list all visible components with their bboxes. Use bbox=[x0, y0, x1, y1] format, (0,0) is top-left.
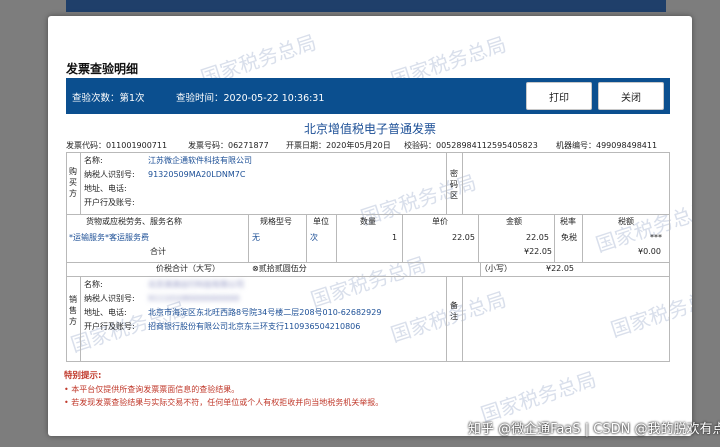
seller-addr-label: 地址、电话: bbox=[84, 308, 127, 317]
item-rate: 免税 bbox=[561, 233, 577, 242]
item-unit: 次 bbox=[310, 233, 318, 242]
machine-number: 机器编号：499098498411 bbox=[556, 141, 658, 150]
check-info-bar: 查验次数：第1次 查验时间：2020-05-22 10:36:31 打印 关闭 bbox=[66, 78, 670, 114]
buyer-addr-label: 地址、电话: bbox=[84, 184, 127, 193]
notice-line-2: • 若发现发票查验结果与实际交易不符，任何单位或个人有权拒收并向当地税务机关举报… bbox=[64, 398, 384, 407]
header-goods-name: 货物或应税劳务、服务名称 bbox=[86, 217, 182, 226]
seller-tax-value: 911101080000000000 bbox=[148, 294, 240, 303]
header-tax: 税额 bbox=[618, 217, 634, 226]
item-qty: 1 bbox=[392, 233, 398, 242]
seller-name-value: 北京滴滴出行科技有限公司 bbox=[148, 280, 244, 289]
subtotal-amount: ¥22.05 bbox=[524, 247, 552, 256]
seller-tax-label: 纳税人识别号: bbox=[84, 294, 135, 303]
invoice-date: 开票日期：2020年05月20日 bbox=[286, 141, 391, 150]
footer-watermark: 知乎 @微企通FaaS | CSDN @我的脱欢有点不稳 bbox=[468, 422, 720, 437]
password-area-label: 密码区 bbox=[450, 169, 458, 200]
buyer-name-label: 名称: bbox=[84, 156, 103, 165]
invoice-number: 发票号码：06271877 bbox=[188, 141, 269, 150]
invoice-code: 发票代码：011001900711 bbox=[66, 141, 168, 150]
buyer-name-value: 江苏微企通软件科技有限公司 bbox=[148, 156, 252, 165]
check-time: 查验时间：2020-05-22 10:36:31 bbox=[176, 93, 325, 104]
buyer-bank-label: 开户行及账号: bbox=[84, 198, 135, 207]
dialog-title: 发票查验明细 bbox=[66, 62, 139, 76]
item-tax: *** bbox=[650, 233, 662, 242]
item-name: *运输服务*客运服务费 bbox=[69, 233, 149, 242]
item-spec: 无 bbox=[252, 233, 260, 242]
header-rate: 税率 bbox=[560, 217, 576, 226]
notice-title: 特别提示: bbox=[64, 371, 102, 381]
invoice-title: 北京增值税电子普通发票 bbox=[303, 122, 436, 136]
subtotal-label: 合计 bbox=[150, 247, 166, 256]
seller-bank-label: 开户行及账号: bbox=[84, 322, 135, 331]
seller-side-label: 销售方 bbox=[69, 295, 77, 326]
check-code: 校验码：00528984112595405823 bbox=[404, 141, 538, 150]
print-button[interactable]: 打印 bbox=[526, 82, 592, 110]
remarks-label: 备注 bbox=[450, 301, 458, 321]
seller-name-label: 名称: bbox=[84, 280, 103, 289]
close-button[interactable]: 关闭 bbox=[598, 82, 664, 110]
total-small-label: （小写） bbox=[480, 264, 512, 273]
background-header-bar bbox=[66, 0, 666, 12]
notice-line-1: • 本平台仅提供所查询发票票面信息的查验结果。 bbox=[64, 385, 240, 394]
header-unit: 单位 bbox=[313, 217, 329, 226]
item-amount: 22.05 bbox=[526, 233, 549, 242]
seller-bank-value: 招商银行股份有限公司北京东三环支行110936504210806 bbox=[148, 322, 361, 331]
header-qty: 数量 bbox=[360, 217, 376, 226]
total-small-value: ¥22.05 bbox=[546, 264, 574, 273]
buyer-tax-value: 91320509MA20LDNM7C bbox=[148, 170, 246, 179]
buyer-tax-label: 纳税人识别号: bbox=[84, 170, 135, 179]
check-count: 查验次数：第1次 bbox=[72, 93, 145, 104]
buyer-side-label: 购买方 bbox=[69, 167, 77, 198]
header-amount: 金额 bbox=[506, 217, 522, 226]
subtotal-tax: ¥0.00 bbox=[638, 247, 661, 256]
invoice-table: 购买方 名称: 江苏微企通软件科技有限公司 纳税人识别号: 91320509MA… bbox=[66, 152, 670, 362]
header-price: 单价 bbox=[432, 217, 448, 226]
total-label: 价税合计（大写） bbox=[156, 264, 220, 273]
item-price: 22.05 bbox=[452, 233, 475, 242]
header-spec: 规格型号 bbox=[260, 217, 292, 226]
invoice-check-dialog: 国家税务总局 国家税务总局 国家税务总局 国家税务总局 国家税务总局 国家税务总… bbox=[48, 16, 692, 436]
total-words: ⊗贰拾贰圆伍分 bbox=[252, 264, 307, 273]
seller-addr-value: 北京市海淀区东北旺西路8号院34号楼二层208号010-62682929 bbox=[148, 308, 382, 317]
